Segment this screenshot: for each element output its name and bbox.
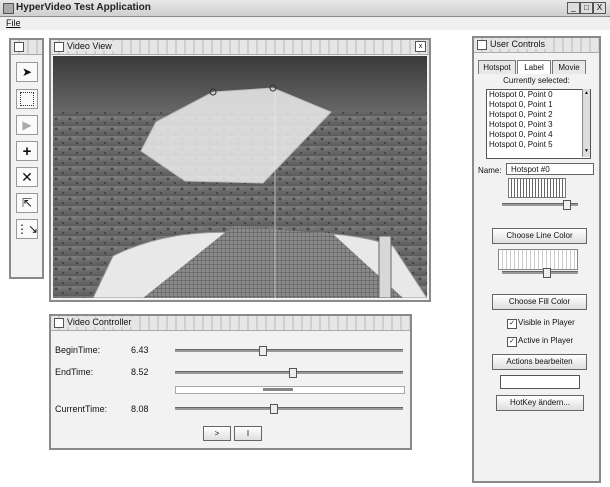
list-item[interactable]: Hotspot 0, Point 0 <box>487 90 590 100</box>
fill-color-swatch <box>498 249 578 270</box>
delete-tool[interactable]: ✕ <box>16 167 38 187</box>
end-time-label: EndTime: <box>55 367 94 377</box>
user-controls-title: User Controls <box>490 39 550 49</box>
lander-mast <box>378 235 392 298</box>
currently-selected-label: Currently selected: <box>503 76 570 85</box>
pause-button[interactable]: I <box>234 426 262 441</box>
name-input[interactable]: Hotspot #0 <box>506 163 594 175</box>
list-item[interactable]: Hotspot 0, Point 5 <box>487 140 590 150</box>
tool-palette-titlebar[interactable] <box>11 40 42 55</box>
begin-slider-thumb[interactable] <box>259 346 267 356</box>
video-view-titlebar[interactable]: Video View x <box>51 40 429 55</box>
fill-slider-thumb[interactable] <box>543 268 551 278</box>
begin-time-label: BeginTime: <box>55 345 101 355</box>
tab-label[interactable]: Label <box>517 60 551 74</box>
choose-line-color-button[interactable]: Choose Line Color <box>492 228 587 244</box>
end-time-value: 8.52 <box>131 367 149 377</box>
current-slider-thumb[interactable] <box>270 404 278 414</box>
tool-palette: ➤ ▶ + ✕ ⇱ ⋮↘ <box>9 38 44 279</box>
video-controller-panel: Video Controller BeginTime: 6.43 EndTime… <box>49 314 412 450</box>
add-point-tool[interactable]: + <box>16 141 38 161</box>
begin-slider-track <box>175 349 403 352</box>
tab-movie[interactable]: Movie <box>552 60 586 74</box>
hotspot-list[interactable]: Hotspot 0, Point 0 Hotspot 0, Point 1 Ho… <box>486 89 591 159</box>
app-icon <box>3 3 14 14</box>
cross-icon: ✕ <box>21 168 33 185</box>
line-color-swatch <box>508 178 566 198</box>
end-slider-thumb[interactable] <box>289 368 297 378</box>
visible-in-player-checkbox[interactable]: ✓ <box>507 319 517 329</box>
select-arrow-tool[interactable]: ➤ <box>16 62 38 82</box>
list-item[interactable]: Hotspot 0, Point 1 <box>487 100 590 110</box>
begin-time-slider[interactable] <box>175 346 403 356</box>
active-in-player-checkbox[interactable]: ✓ <box>507 337 517 347</box>
move-arrow-icon: ⇱ <box>21 196 33 210</box>
play-button[interactable]: > <box>203 426 231 441</box>
active-in-player-label: Active in Player <box>518 336 574 345</box>
close-button[interactable]: X <box>593 2 606 14</box>
disabled-arrow-icon: ▶ <box>22 118 32 132</box>
move-point-tool[interactable]: ⇱ <box>16 193 38 213</box>
video-view-title: Video View <box>67 41 116 51</box>
current-slider-track <box>175 407 403 410</box>
video-controller-checkbox[interactable] <box>54 318 64 328</box>
video-frame[interactable] <box>53 56 427 298</box>
user-controls-panel: User Controls Hotspot Label Movie Curren… <box>472 36 601 483</box>
tab-hotspot[interactable]: Hotspot <box>478 60 516 74</box>
video-view-panel: Video View x <box>49 38 431 302</box>
begin-time-value: 6.43 <box>131 345 149 355</box>
marquee-icon <box>20 92 34 106</box>
name-label: Name: <box>478 166 502 175</box>
fill-slider-track <box>502 271 578 274</box>
plus-icon: + <box>22 142 32 160</box>
window-titlebar: HyperVideo Test Application _ □ X <box>0 0 610 17</box>
window-title: HyperVideo Test Application <box>16 2 151 13</box>
current-time-value: 8.08 <box>131 404 149 414</box>
range-indicator <box>175 386 405 394</box>
menubar: File <box>0 17 610 30</box>
list-item[interactable]: Hotspot 0, Point 2 <box>487 110 590 120</box>
user-controls-titlebar[interactable]: User Controls <box>474 38 599 53</box>
current-time-slider[interactable] <box>175 404 403 414</box>
line-slider-thumb[interactable] <box>563 200 571 210</box>
hotkey-field[interactable] <box>500 375 580 389</box>
current-time-label: CurrentTime: <box>55 404 108 414</box>
scroll-down-icon[interactable]: ▼ <box>583 148 590 155</box>
minimize-button[interactable]: _ <box>567 2 580 14</box>
video-controller-titlebar[interactable]: Video Controller <box>51 316 410 331</box>
fill-opacity-slider[interactable] <box>502 268 578 278</box>
choose-fill-color-button[interactable]: Choose Fill Color <box>492 294 587 310</box>
menu-file[interactable]: File <box>6 18 21 28</box>
video-controller-title: Video Controller <box>67 317 136 327</box>
adjust-icon: ⋮↘ <box>15 222 39 236</box>
maximize-button[interactable]: □ <box>580 2 593 14</box>
visible-in-player-label: Visible in Player <box>518 318 575 327</box>
hotspot-list-scrollbar[interactable]: ▲ ▼ <box>582 89 590 157</box>
video-view-close-icon[interactable]: x <box>415 41 426 52</box>
adjust-point-tool[interactable]: ⋮↘ <box>16 219 38 239</box>
range-indicator-bar <box>263 388 293 391</box>
list-item[interactable]: Hotspot 0, Point 4 <box>487 130 590 140</box>
disabled-play-tool[interactable]: ▶ <box>16 115 38 135</box>
user-controls-checkbox[interactable] <box>477 40 487 50</box>
hotkey-change-button[interactable]: HotKey ändern... <box>496 395 584 411</box>
dotted-select-tool[interactable] <box>16 89 38 109</box>
actions-edit-button[interactable]: Actions bearbeiten <box>492 354 587 370</box>
tool-palette-checkbox[interactable] <box>14 42 24 52</box>
video-view-checkbox[interactable] <box>54 42 64 52</box>
list-item[interactable]: Hotspot 0, Point 3 <box>487 120 590 130</box>
scroll-up-icon[interactable]: ▲ <box>583 90 590 97</box>
arrow-icon: ➤ <box>21 65 33 79</box>
line-width-slider[interactable] <box>502 200 578 210</box>
end-time-slider[interactable] <box>175 368 403 378</box>
